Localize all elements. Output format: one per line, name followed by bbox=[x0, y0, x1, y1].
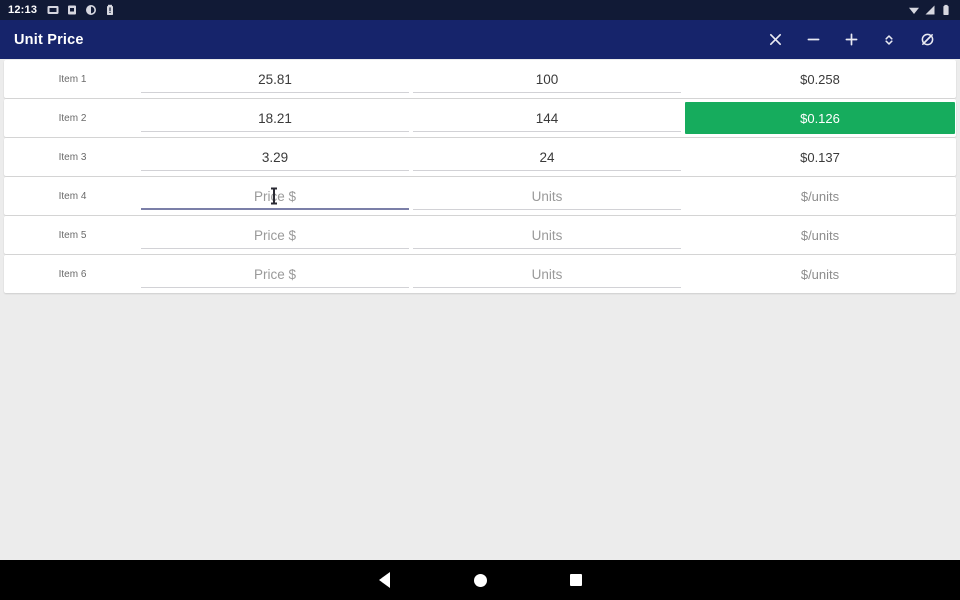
units-input[interactable]: Units bbox=[413, 177, 681, 215]
unit-price-placeholder: $/units bbox=[800, 227, 840, 243]
item-label: Item 6 bbox=[58, 268, 87, 280]
unit-price-result: $/units bbox=[685, 255, 955, 293]
back-icon bbox=[378, 572, 390, 588]
units-input[interactable]: Units bbox=[413, 216, 681, 254]
price-input[interactable]: Price $ bbox=[141, 255, 409, 293]
unit-price-result: $/units bbox=[685, 177, 955, 215]
units-input[interactable]: 144 bbox=[413, 99, 681, 137]
status-system-icons bbox=[908, 4, 952, 16]
units-placeholder: Units bbox=[531, 266, 563, 282]
toggle-highlight-button[interactable] bbox=[908, 20, 946, 59]
input-underline bbox=[413, 170, 681, 171]
units-value: 100 bbox=[535, 71, 559, 87]
item-label: Item 2 bbox=[58, 112, 87, 124]
input-underline bbox=[141, 170, 409, 171]
price-input[interactable]: 3.29 bbox=[141, 138, 409, 176]
unit-price-result: $0.137 bbox=[800, 149, 840, 165]
table-row[interactable]: Item 2 18.21 144 $0.126 bbox=[4, 99, 956, 137]
status-notification-icons bbox=[47, 4, 116, 16]
system-navigation-bar bbox=[0, 560, 960, 600]
add-row-button[interactable] bbox=[832, 20, 870, 59]
plus-icon bbox=[843, 31, 860, 48]
recents-icon bbox=[570, 574, 582, 586]
input-underline bbox=[413, 131, 681, 132]
input-underline bbox=[413, 287, 681, 288]
price-placeholder: Price $ bbox=[253, 188, 297, 204]
price-placeholder: Price $ bbox=[253, 266, 297, 282]
input-underline bbox=[413, 92, 681, 93]
nav-back-button[interactable] bbox=[336, 572, 432, 588]
input-underline-focused bbox=[141, 207, 409, 210]
item-label: Item 5 bbox=[58, 229, 87, 241]
wifi-icon bbox=[908, 4, 920, 16]
input-underline bbox=[141, 248, 409, 249]
price-input[interactable]: Price $ bbox=[141, 216, 409, 254]
status-bar: 12:13 bbox=[0, 0, 960, 20]
price-input[interactable]: 18.21 bbox=[141, 99, 409, 137]
table-row[interactable]: Item 3 3.29 24 $0.137 bbox=[4, 138, 956, 176]
nav-home-button[interactable] bbox=[432, 573, 528, 587]
app-bar-actions bbox=[756, 20, 946, 59]
battery-icon bbox=[940, 4, 952, 16]
input-underline bbox=[413, 209, 681, 210]
remove-row-button[interactable] bbox=[794, 20, 832, 59]
table-row[interactable]: Item 1 25.81 100 $0.258 bbox=[4, 60, 956, 98]
unit-price-placeholder: $/units bbox=[800, 266, 840, 282]
screenshot-icon bbox=[47, 4, 59, 16]
input-underline bbox=[141, 131, 409, 132]
units-input[interactable]: 24 bbox=[413, 138, 681, 176]
unit-price-result-best: $0.126 bbox=[685, 102, 955, 134]
input-underline bbox=[141, 287, 409, 288]
table-row[interactable]: Item 6 Price $ Units $/units bbox=[4, 255, 956, 293]
status-clock: 12:13 bbox=[8, 4, 38, 16]
sim-card-icon bbox=[66, 4, 78, 16]
table-row[interactable]: Item 4 Price $ Units $/units bbox=[4, 177, 956, 215]
home-icon bbox=[473, 573, 487, 587]
item-label: Item 4 bbox=[58, 190, 87, 202]
units-input[interactable]: Units bbox=[413, 255, 681, 293]
items-table: Item 1 25.81 100 $0.258 Item 2 18.21 144… bbox=[0, 59, 960, 294]
sort-button[interactable] bbox=[870, 20, 908, 59]
nav-recents-button[interactable] bbox=[528, 574, 624, 586]
item-label: Item 1 bbox=[58, 73, 87, 85]
price-value: 25.81 bbox=[258, 71, 292, 87]
input-underline bbox=[413, 248, 681, 249]
close-icon bbox=[767, 31, 784, 48]
unit-price-result: $/units bbox=[685, 216, 955, 254]
close-button[interactable] bbox=[756, 20, 794, 59]
app-root: 12:13 Unit Price Item 1 25.81 100 $0.258… bbox=[0, 0, 960, 600]
price-placeholder: Price $ bbox=[253, 227, 297, 243]
units-value: 24 bbox=[539, 149, 555, 165]
cellular-signal-icon bbox=[924, 4, 936, 16]
price-value: 18.21 bbox=[258, 110, 292, 126]
price-input[interactable]: 25.81 bbox=[141, 60, 409, 98]
input-underline bbox=[141, 92, 409, 93]
units-input[interactable]: 100 bbox=[413, 60, 681, 98]
page-title: Unit Price bbox=[14, 31, 84, 48]
item-label: Item 3 bbox=[58, 151, 87, 163]
units-placeholder: Units bbox=[531, 188, 563, 204]
unit-price-placeholder: $/units bbox=[800, 188, 840, 204]
battery-alert-icon bbox=[104, 4, 116, 16]
units-value: 144 bbox=[535, 110, 559, 126]
minus-icon bbox=[805, 31, 822, 48]
price-input-focused[interactable]: Price $ bbox=[141, 177, 409, 215]
table-row[interactable]: Item 5 Price $ Units $/units bbox=[4, 216, 956, 254]
sort-updown-icon bbox=[881, 32, 897, 48]
unit-price-result: $0.258 bbox=[800, 71, 840, 87]
text-cursor-icon bbox=[271, 187, 276, 205]
price-value: 3.29 bbox=[261, 149, 289, 165]
units-placeholder: Units bbox=[531, 227, 563, 243]
clock-icon bbox=[85, 4, 97, 16]
app-bar: Unit Price bbox=[0, 20, 960, 59]
highlight-off-icon bbox=[919, 31, 936, 48]
